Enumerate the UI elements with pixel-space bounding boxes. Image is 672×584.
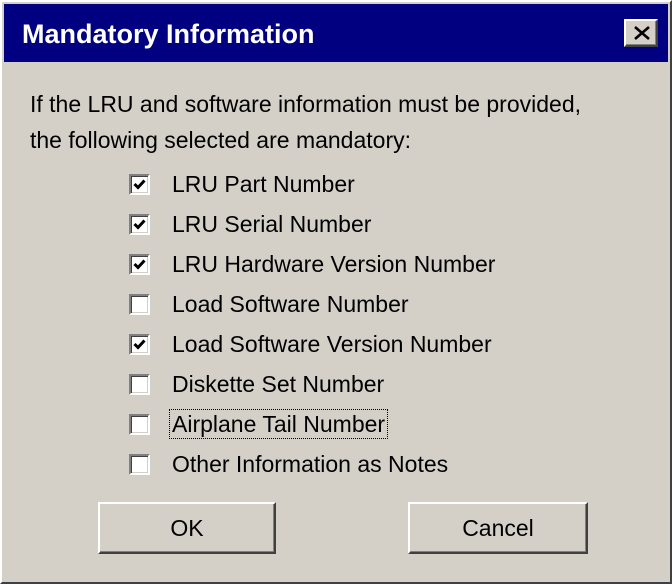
mandatory-field-list: LRU Part Number LRU Serial Number LRU Ha… <box>129 164 497 484</box>
cancel-button[interactable]: Cancel <box>408 502 588 554</box>
checkbox-lru-hardware-version-number[interactable]: LRU Hardware Version Number <box>129 244 497 284</box>
checkbox-other-information-as-notes[interactable]: Other Information as Notes <box>129 444 497 484</box>
checkbox-load-software-number[interactable]: Load Software Number <box>129 284 497 324</box>
checkbox-box[interactable] <box>129 413 150 435</box>
checkmark-icon <box>133 338 146 350</box>
checkbox-box[interactable] <box>129 173 150 195</box>
close-icon <box>634 26 650 40</box>
checkmark-icon <box>133 258 146 270</box>
checkbox-diskette-set-number[interactable]: Diskette Set Number <box>129 364 497 404</box>
description-line-2: the following selected are mandatory: <box>30 127 411 153</box>
close-button[interactable] <box>624 19 658 47</box>
checkbox-label[interactable]: Other Information as Notes <box>170 450 450 478</box>
checkbox-box[interactable] <box>129 453 150 475</box>
checkbox-label[interactable]: LRU Hardware Version Number <box>170 250 497 278</box>
checkbox-box[interactable] <box>129 333 150 355</box>
checkbox-label[interactable]: Load Software Version Number <box>170 330 494 358</box>
checkbox-box[interactable] <box>129 253 150 275</box>
description-text: If the LRU and software information must… <box>30 86 660 158</box>
checkbox-box[interactable] <box>129 213 150 235</box>
checkmark-icon <box>133 178 146 190</box>
checkbox-airplane-tail-number[interactable]: Airplane Tail Number <box>129 404 497 444</box>
checkbox-label[interactable]: Airplane Tail Number <box>168 409 389 439</box>
mandatory-information-dialog: Mandatory Information If the LRU and sof… <box>0 0 672 584</box>
checkbox-lru-part-number[interactable]: LRU Part Number <box>129 164 497 204</box>
checkbox-label[interactable]: LRU Part Number <box>170 170 357 198</box>
checkmark-icon <box>133 218 146 230</box>
checkbox-box[interactable] <box>129 293 150 315</box>
checkbox-lru-serial-number[interactable]: LRU Serial Number <box>129 204 497 244</box>
checkbox-label[interactable]: Load Software Number <box>170 290 411 318</box>
ok-button[interactable]: OK <box>98 502 276 554</box>
window-title: Mandatory Information <box>22 19 315 49</box>
checkbox-box[interactable] <box>129 373 150 395</box>
checkbox-label[interactable]: Diskette Set Number <box>170 370 386 398</box>
checkbox-load-software-version-number[interactable]: Load Software Version Number <box>129 324 497 364</box>
checkbox-label[interactable]: LRU Serial Number <box>170 210 373 238</box>
description-line-1: If the LRU and software information must… <box>30 91 582 117</box>
title-bar[interactable]: Mandatory Information <box>4 4 668 62</box>
